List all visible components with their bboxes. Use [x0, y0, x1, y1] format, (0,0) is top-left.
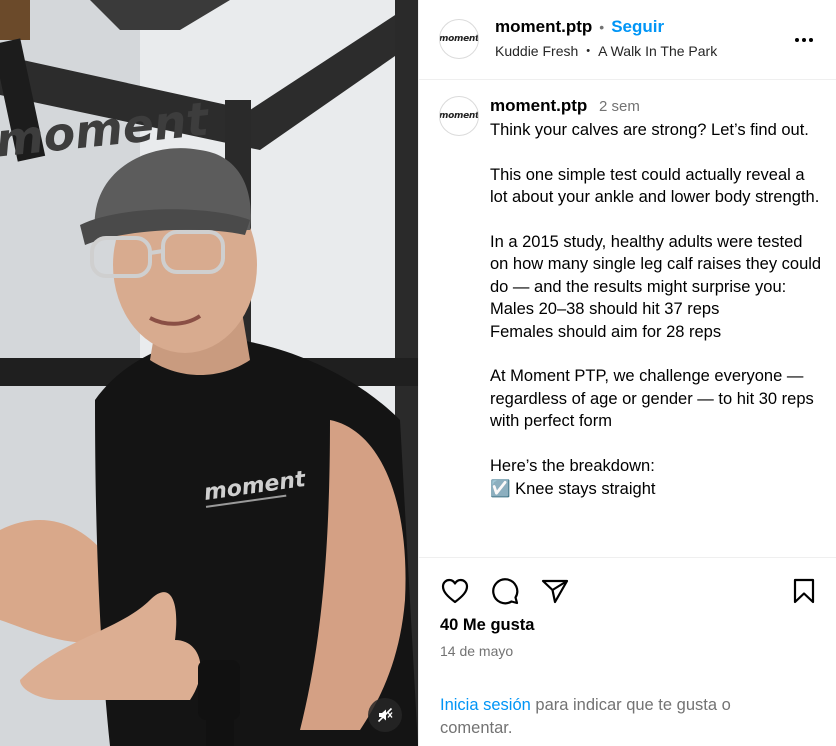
- post-date[interactable]: 14 de mayo: [440, 643, 513, 659]
- video-frame: moment moment: [0, 0, 418, 746]
- speaker-muted-icon: [377, 707, 393, 723]
- caption-text: Think your calves are strong? Let’s find…: [490, 121, 822, 498]
- post-header: moment moment.ptp • Seguir Kuddie Fresh …: [419, 0, 836, 80]
- audio-artist-link[interactable]: Kuddie Fresh: [495, 43, 578, 59]
- caption-username-link[interactable]: moment.ptp: [490, 96, 587, 115]
- ellipsis-icon: [795, 38, 813, 42]
- comment-icon: [492, 578, 519, 605]
- header-username-link[interactable]: moment.ptp: [495, 17, 592, 37]
- caption-avatar[interactable]: moment: [439, 96, 479, 136]
- like-button[interactable]: [439, 575, 471, 607]
- login-link[interactable]: Inicia sesión: [440, 696, 531, 714]
- post-details-panel: moment moment.ptp • Seguir Kuddie Fresh …: [418, 0, 836, 746]
- login-prompt: Inicia sesión para indicar que te gusta …: [440, 694, 800, 740]
- follow-button[interactable]: Seguir: [611, 17, 664, 37]
- more-options-button[interactable]: [793, 30, 815, 50]
- avatar-logo-text: moment: [439, 34, 479, 44]
- mute-toggle-button[interactable]: [368, 698, 402, 732]
- caption-timestamp: 2 sem: [599, 98, 640, 115]
- post-actions: 40 Me gusta 14 de mayo Inicia sesión par…: [419, 557, 836, 746]
- share-icon: [541, 579, 569, 604]
- avatar[interactable]: moment: [439, 19, 479, 59]
- audio-title-link[interactable]: A Walk In The Park: [598, 43, 717, 59]
- bookmark-icon: [793, 578, 815, 604]
- audio-separator: •: [586, 45, 591, 57]
- reel-video[interactable]: moment moment: [0, 0, 418, 746]
- caption-scroll-area[interactable]: moment moment.ptp 2 sem Think your calve…: [419, 81, 836, 557]
- save-button[interactable]: [788, 575, 820, 607]
- header-separator: •: [599, 19, 605, 35]
- comment-button[interactable]: [489, 575, 521, 607]
- likes-count[interactable]: 40 Me gusta: [440, 616, 534, 635]
- avatar-logo-text: moment: [439, 111, 479, 121]
- share-button[interactable]: [539, 575, 571, 607]
- heart-icon: [441, 578, 469, 604]
